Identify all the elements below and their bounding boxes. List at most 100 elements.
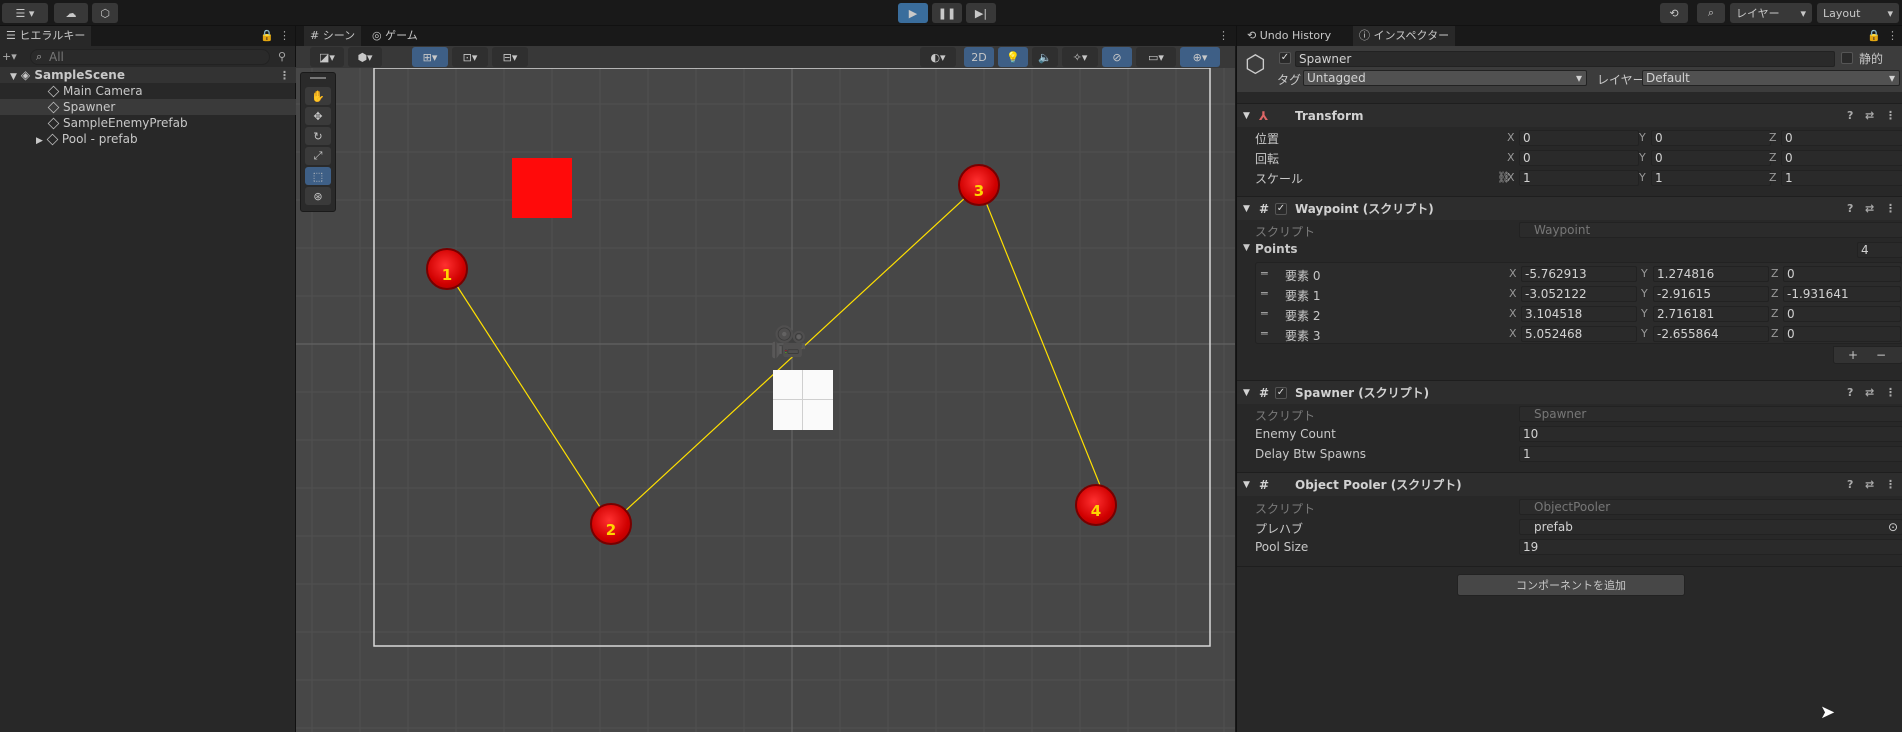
- hierarchy-search-input[interactable]: All: [30, 49, 270, 65]
- position-z-field[interactable]: 0: [1781, 130, 1902, 146]
- layer-dropdown[interactable]: Default ▾: [1642, 70, 1900, 86]
- audio-icon[interactable]: 🔈: [1032, 47, 1058, 67]
- lighting-icon[interactable]: 💡: [998, 47, 1028, 67]
- element-x-field[interactable]: -5.762913: [1521, 266, 1637, 282]
- element-z-field[interactable]: 0: [1783, 306, 1901, 322]
- object-name-field[interactable]: Spawner: [1295, 51, 1835, 67]
- more-options-icon[interactable]: ⋮: [1885, 473, 1896, 497]
- element-y-field[interactable]: -2.91615: [1653, 286, 1769, 302]
- component-enabled-checkbox[interactable]: ✓: [1275, 387, 1287, 399]
- tab-inspector[interactable]: ⓘ インスペクター: [1353, 26, 1456, 46]
- spawner-component-header[interactable]: ▼ # ✓ Spawner (スクリプト) ? ⇄ ⋮: [1237, 380, 1902, 404]
- hand-tool-icon[interactable]: ✋: [305, 87, 331, 105]
- render-mode-dropdown[interactable]: ◐▾: [920, 47, 956, 67]
- scale-tool-icon[interactable]: ⤢: [305, 147, 331, 165]
- rotation-y-field[interactable]: 0: [1651, 150, 1771, 166]
- grid-snap-button[interactable]: ⊞▾: [412, 47, 448, 67]
- cloud-icon[interactable]: ☁: [54, 3, 88, 23]
- waypoint-marker[interactable]: 4: [1075, 484, 1117, 526]
- layers-dropdown[interactable]: レイヤー ▾: [1730, 3, 1812, 23]
- play-button[interactable]: ▶: [898, 3, 928, 23]
- more-options-icon[interactable]: ⋮: [279, 68, 290, 84]
- preset-icon[interactable]: ⇄: [1865, 473, 1874, 497]
- tab-hierarchy[interactable]: ☰ ヒエラルキー: [0, 26, 92, 46]
- account-menu-button[interactable]: ☰ ▾: [2, 3, 48, 23]
- rotation-z-field[interactable]: 0: [1781, 150, 1902, 166]
- history-icon[interactable]: ⟲: [1660, 3, 1688, 23]
- element-y-field[interactable]: 2.716181: [1653, 306, 1769, 322]
- step-button[interactable]: ▶|: [966, 3, 996, 23]
- transform-tool-icon[interactable]: ⊛: [305, 187, 331, 205]
- element-x-field[interactable]: 5.052468: [1521, 326, 1637, 342]
- element-x-field[interactable]: -3.052122: [1521, 286, 1637, 302]
- scene-viewport[interactable]: 🎥 1 2 3 4 ✋ ✥ ↻ ⤢ ⬚ ⊛: [296, 68, 1235, 732]
- filter-icon[interactable]: ⚲: [278, 50, 286, 63]
- effects-dropdown[interactable]: ✧▾: [1062, 47, 1098, 67]
- more-options-icon[interactable]: ⋮: [1218, 29, 1229, 42]
- shading-dropdown[interactable]: ⬢▾: [348, 47, 382, 67]
- rect-tool-icon[interactable]: ⬚: [305, 167, 331, 185]
- reorder-handle-icon[interactable]: ═: [1261, 327, 1268, 340]
- hierarchy-item-pool-prefab[interactable]: ▶ Pool - prefab: [0, 131, 296, 147]
- transform-header[interactable]: ▼ ⅄ Transform ? ⇄ ⋮: [1237, 103, 1902, 127]
- move-tool-icon[interactable]: ✥: [305, 107, 331, 125]
- element-z-field[interactable]: -1.931641: [1783, 286, 1901, 302]
- element-z-field[interactable]: 0: [1783, 326, 1901, 342]
- waypoint-component-header[interactable]: ▼ # ✓ Waypoint (スクリプト) ? ⇄ ⋮: [1237, 196, 1902, 220]
- add-element-button[interactable]: +: [1848, 348, 1858, 362]
- add-icon[interactable]: +▾: [2, 50, 17, 63]
- add-component-button[interactable]: コンポーネントを追加: [1457, 574, 1685, 596]
- white-square-sprite[interactable]: [773, 370, 833, 430]
- visibility-icon[interactable]: ⊘: [1102, 47, 1132, 67]
- help-icon[interactable]: ?: [1847, 473, 1853, 497]
- position-y-field[interactable]: 0: [1651, 130, 1771, 146]
- scale-z-field[interactable]: 1: [1781, 170, 1902, 186]
- layout-dropdown[interactable]: Layout ▾: [1817, 3, 1899, 23]
- reorder-handle-icon[interactable]: ═: [1261, 267, 1268, 280]
- expand-arrow-icon[interactable]: ▼: [1243, 243, 1250, 253]
- rotate-tool-icon[interactable]: ↻: [305, 127, 331, 145]
- enemy-count-field[interactable]: 10: [1519, 426, 1902, 442]
- collab-icon[interactable]: ⬡: [92, 3, 118, 23]
- tab-undo-history[interactable]: ⟲ Undo History: [1241, 26, 1337, 46]
- camera-dropdown[interactable]: ▭▾: [1136, 47, 1176, 67]
- more-options-icon[interactable]: ⋮: [1885, 104, 1896, 128]
- camera-gizmo-icon[interactable]: 🎥: [770, 325, 807, 360]
- more-options-icon[interactable]: ⋮: [1885, 197, 1896, 221]
- waypoint-marker[interactable]: 2: [590, 503, 632, 545]
- hierarchy-item-sample-enemy-prefab[interactable]: SampleEnemyPrefab: [0, 115, 296, 131]
- search-icon[interactable]: ⌕: [1697, 3, 1725, 23]
- red-square-sprite[interactable]: [512, 158, 572, 218]
- preset-icon[interactable]: ⇄: [1865, 104, 1874, 128]
- points-size-field[interactable]: 4: [1857, 242, 1902, 258]
- hierarchy-scene-row[interactable]: ▼ ◈ SampleScene ⋮: [0, 67, 296, 83]
- element-z-field[interactable]: 0: [1783, 266, 1901, 282]
- more-options-icon[interactable]: ⋮: [1885, 381, 1896, 405]
- component-enabled-checkbox[interactable]: ✓: [1275, 203, 1287, 215]
- more-options-icon[interactable]: ⋮: [279, 29, 290, 42]
- hierarchy-item-spawner[interactable]: Spawner: [0, 99, 296, 115]
- gizmos-dropdown[interactable]: ⊕▾: [1180, 47, 1220, 67]
- tab-game[interactable]: ◎ ゲーム: [366, 26, 424, 46]
- drag-handle[interactable]: [310, 77, 326, 79]
- tab-scene[interactable]: # シーン: [304, 26, 362, 46]
- remove-element-button[interactable]: −: [1876, 348, 1886, 362]
- toggle-2d-button[interactable]: 2D: [964, 47, 994, 67]
- rotation-x-field[interactable]: 0: [1519, 150, 1639, 166]
- element-y-field[interactable]: -2.655864: [1653, 326, 1769, 342]
- help-icon[interactable]: ?: [1847, 381, 1853, 405]
- pool-size-field[interactable]: 19: [1519, 539, 1902, 555]
- element-x-field[interactable]: 3.104518: [1521, 306, 1637, 322]
- prefab-field[interactable]: prefab ⊙: [1519, 519, 1902, 535]
- lock-icon[interactable]: 🔒: [260, 29, 274, 42]
- reorder-handle-icon[interactable]: ═: [1261, 287, 1268, 300]
- pause-button[interactable]: ❚❚: [932, 3, 962, 23]
- scale-y-field[interactable]: 1: [1651, 170, 1771, 186]
- draw-mode-dropdown[interactable]: ◪▾: [310, 47, 344, 67]
- help-icon[interactable]: ?: [1847, 104, 1853, 128]
- object-picker-icon[interactable]: ⊙: [1888, 520, 1898, 534]
- static-checkbox[interactable]: [1841, 52, 1853, 64]
- position-x-field[interactable]: 0: [1519, 130, 1639, 146]
- reorder-handle-icon[interactable]: ═: [1261, 307, 1268, 320]
- expand-arrow-icon[interactable]: ▶: [36, 136, 43, 146]
